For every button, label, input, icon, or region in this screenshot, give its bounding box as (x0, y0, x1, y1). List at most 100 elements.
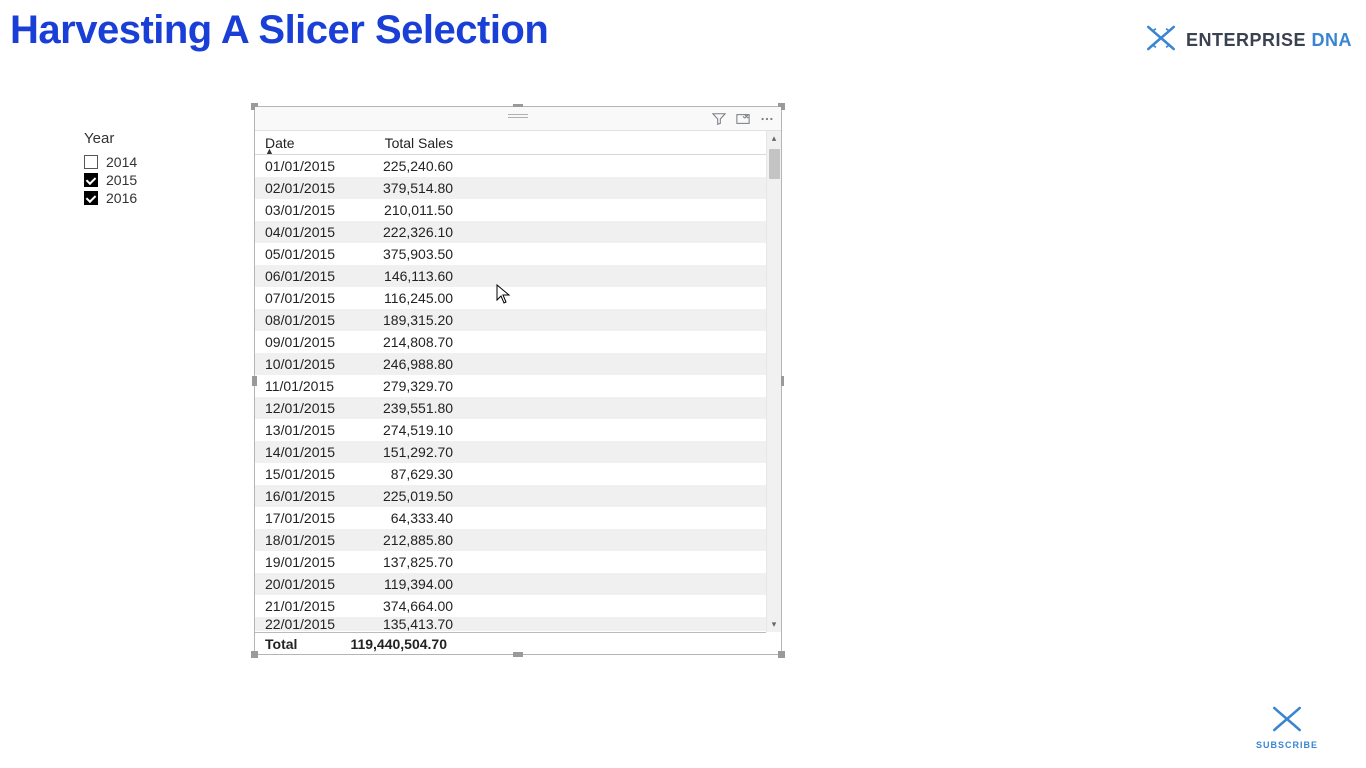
scroll-thumb[interactable] (769, 149, 780, 179)
cell-sales: 135,413.70 (345, 617, 463, 631)
dna-icon (1270, 705, 1304, 738)
slicer-item-label: 2015 (106, 172, 137, 188)
table-row[interactable]: 18/01/2015212,885.80 (255, 529, 766, 551)
table-row[interactable]: 08/01/2015189,315.20 (255, 309, 766, 331)
resize-handle[interactable] (252, 376, 257, 386)
resize-handle[interactable] (513, 652, 523, 657)
cell-date: 22/01/2015 (255, 617, 345, 631)
cell-empty (463, 397, 766, 419)
table-visual[interactable]: Date ▲ Total Sales 01/01/2015225,240.600… (254, 106, 782, 655)
cell-date: 04/01/2015 (255, 221, 345, 243)
filter-icon[interactable] (711, 111, 727, 127)
year-slicer[interactable]: Year 20142015 2016 (84, 130, 224, 207)
table-row[interactable]: 14/01/2015151,292.70 (255, 441, 766, 463)
cell-date: 03/01/2015 (255, 199, 345, 221)
table-row[interactable]: 15/01/201587,629.30 (255, 463, 766, 485)
cell-empty (463, 595, 766, 617)
cell-empty (463, 463, 766, 485)
cell-empty (463, 507, 766, 529)
cell-sales: 379,514.80 (345, 177, 463, 199)
visual-header (255, 107, 781, 131)
resize-handle[interactable] (778, 651, 785, 658)
cell-date: 02/01/2015 (255, 177, 345, 199)
cell-sales: 210,011.50 (345, 199, 463, 221)
table-row[interactable]: 05/01/2015375,903.50 (255, 243, 766, 265)
cell-sales: 225,019.50 (345, 485, 463, 507)
table-row[interactable]: 17/01/201564,333.40 (255, 507, 766, 529)
cell-date: 18/01/2015 (255, 529, 345, 551)
slicer-item-label: 2016 (106, 190, 137, 206)
cell-sales: 374,664.00 (345, 595, 463, 617)
cell-date: 11/01/2015 (255, 375, 345, 397)
slicer-item-2016[interactable]: 2016 (84, 189, 224, 207)
table-row[interactable]: 03/01/2015210,011.50 (255, 199, 766, 221)
cell-date: 09/01/2015 (255, 331, 345, 353)
table-row[interactable]: 11/01/2015279,329.70 (255, 375, 766, 397)
cell-date: 01/01/2015 (255, 155, 345, 178)
table-row[interactable]: 21/01/2015374,664.00 (255, 595, 766, 617)
cell-date: 06/01/2015 (255, 265, 345, 287)
cell-date: 07/01/2015 (255, 287, 345, 309)
cell-sales: 214,808.70 (345, 331, 463, 353)
table-row[interactable]: 12/01/2015239,551.80 (255, 397, 766, 419)
scroll-up-icon[interactable]: ▴ (767, 131, 781, 146)
table-row[interactable]: 16/01/2015225,019.50 (255, 485, 766, 507)
vertical-scrollbar[interactable]: ▴ ▾ (766, 131, 781, 632)
cell-date: 16/01/2015 (255, 485, 345, 507)
cell-date: 08/01/2015 (255, 309, 345, 331)
cell-date: 13/01/2015 (255, 419, 345, 441)
cell-sales: 246,988.80 (345, 353, 463, 375)
cell-empty (463, 331, 766, 353)
cell-sales: 239,551.80 (345, 397, 463, 419)
header-label: Total Sales (385, 135, 453, 151)
column-header-empty (463, 131, 766, 155)
cell-date: 14/01/2015 (255, 441, 345, 463)
more-options-icon[interactable] (759, 111, 775, 127)
table-row[interactable]: 07/01/2015116,245.00 (255, 287, 766, 309)
cell-sales: 189,315.20 (345, 309, 463, 331)
cell-empty (463, 485, 766, 507)
cell-sales: 222,326.10 (345, 221, 463, 243)
total-label: Total (255, 636, 339, 652)
checkbox-icon[interactable] (84, 155, 98, 169)
table-row[interactable]: 04/01/2015222,326.10 (255, 221, 766, 243)
slicer-item-2014[interactable]: 2014 (84, 153, 224, 171)
table-row[interactable]: 20/01/2015119,394.00 (255, 573, 766, 595)
table-row[interactable]: 09/01/2015214,808.70 (255, 331, 766, 353)
cell-sales: 212,885.80 (345, 529, 463, 551)
cell-empty (463, 199, 766, 221)
cell-empty (463, 265, 766, 287)
cell-empty (463, 529, 766, 551)
resize-handle[interactable] (251, 651, 258, 658)
checkbox-icon[interactable] (84, 173, 98, 187)
focus-mode-icon[interactable] (735, 111, 751, 127)
table-row[interactable]: 06/01/2015146,113.60 (255, 265, 766, 287)
cell-date: 20/01/2015 (255, 573, 345, 595)
table-row[interactable]: 19/01/2015137,825.70 (255, 551, 766, 573)
total-row: Total 119,440,504.70 (255, 632, 766, 654)
cell-sales: 146,113.60 (345, 265, 463, 287)
column-header-date[interactable]: Date ▲ (255, 131, 345, 155)
cell-empty (463, 419, 766, 441)
cell-empty (463, 375, 766, 397)
cell-sales: 151,292.70 (345, 441, 463, 463)
column-header-sales[interactable]: Total Sales (345, 131, 463, 155)
slicer-item-2015[interactable]: 2015 (84, 171, 224, 189)
table-row[interactable]: 02/01/2015379,514.80 (255, 177, 766, 199)
cell-empty (463, 309, 766, 331)
page-title: Harvesting A Slicer Selection (10, 8, 548, 53)
brand-logo: ENTERPRISE DNA (1144, 24, 1352, 57)
drag-grip-icon[interactable] (508, 114, 528, 115)
cell-empty (463, 353, 766, 375)
cell-empty (463, 573, 766, 595)
table-row[interactable]: 13/01/2015274,519.10 (255, 419, 766, 441)
table-row[interactable]: 22/01/2015135,413.70 (255, 617, 766, 631)
scroll-down-icon[interactable]: ▾ (767, 617, 781, 632)
table-row[interactable]: 10/01/2015246,988.80 (255, 353, 766, 375)
sort-ascending-icon: ▲ (265, 146, 274, 156)
checkbox-icon[interactable] (84, 191, 98, 205)
subscribe-badge[interactable]: SUBSCRIBE (1256, 705, 1318, 750)
table-row[interactable]: 01/01/2015225,240.60 (255, 155, 766, 178)
cell-sales: 116,245.00 (345, 287, 463, 309)
slicer-title: Year (84, 130, 224, 147)
